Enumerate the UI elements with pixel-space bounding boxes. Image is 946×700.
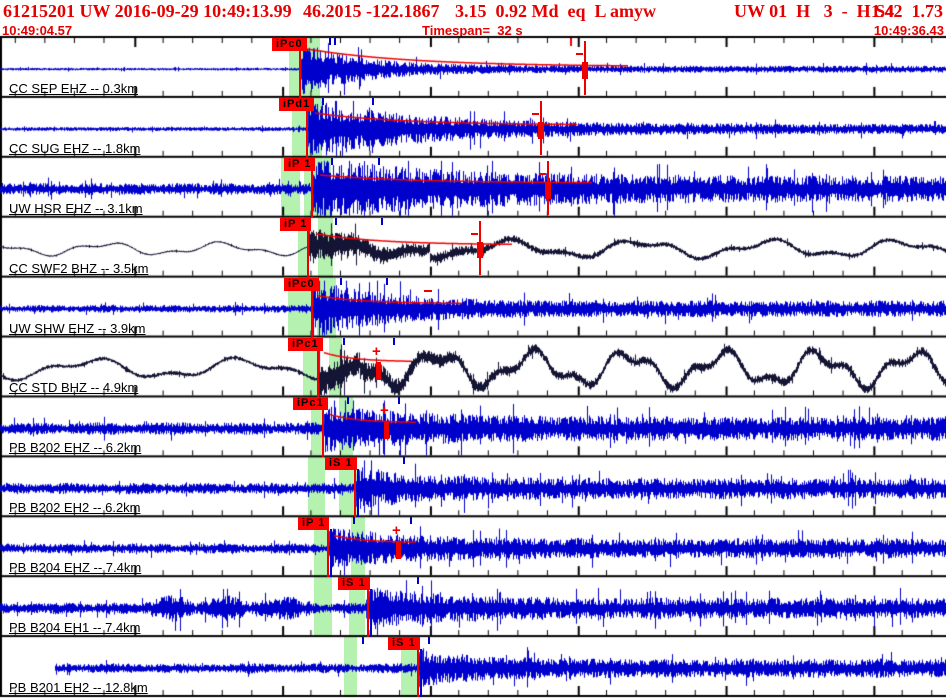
trace-panel[interactable]: PB B202 EH2 -- 6.2km iS 1 bbox=[0, 457, 946, 518]
coda-amplitude-blob bbox=[538, 121, 544, 139]
predicted-arrival-tick bbox=[410, 517, 412, 525]
trace-station-label[interactable]: UW HSR EHZ -- 3.1km bbox=[9, 202, 143, 215]
predicted-arrival-tick bbox=[428, 637, 430, 645]
predicted-arrival-tick bbox=[329, 38, 331, 45]
trace-panel[interactable]: CC SWF2 BHZ -- 3.5km iP 1 bbox=[0, 217, 946, 278]
phase-pick-flag[interactable]: iPc1 bbox=[288, 337, 323, 351]
phase-pick-line-secondary[interactable] bbox=[420, 649, 422, 697]
predicted-arrival-tick bbox=[353, 517, 355, 525]
phase-pick-flag[interactable]: iP 1 bbox=[284, 157, 316, 171]
phase-pick-line[interactable] bbox=[367, 589, 369, 638]
phase-pick-flag[interactable]: iS 1 bbox=[338, 577, 370, 591]
trace-panel[interactable]: UW HSR EHZ -- 3.1km iP 1 bbox=[0, 157, 946, 218]
coda-dash-marker bbox=[576, 53, 583, 55]
predicted-arrival-tick bbox=[340, 277, 342, 285]
amplitude-bar-marker[interactable] bbox=[376, 361, 381, 380]
trace-panel[interactable]: CC STD BHZ -- 4.9km iPc1 + bbox=[0, 337, 946, 398]
predicted-arrival-tick bbox=[334, 38, 336, 45]
amplitude-bar-marker[interactable] bbox=[384, 421, 389, 440]
trace-station-label[interactable]: CC SWF2 BHZ -- 3.5km bbox=[9, 262, 148, 275]
trace-station-label[interactable]: PB B202 EHZ -- 6.2km bbox=[9, 441, 141, 454]
phase-pick-line-secondary[interactable] bbox=[357, 469, 359, 518]
trace-station-label[interactable]: UW SHW EHZ -- 3.9km bbox=[9, 322, 146, 335]
predicted-arrival-tick bbox=[347, 397, 349, 405]
phase-pick-flag[interactable]: iS 1 bbox=[325, 457, 357, 471]
predicted-arrival-tick bbox=[331, 157, 333, 165]
coda-amplitude-blob bbox=[477, 241, 483, 259]
trace-panel[interactable]: PB B204 EHZ -- 7.4km iP 1 + bbox=[0, 517, 946, 578]
predicted-arrival-tick bbox=[386, 277, 388, 285]
phase-pick-line[interactable] bbox=[299, 50, 301, 98]
phase-pick-flag[interactable]: iPc0 bbox=[272, 38, 307, 51]
phase-pick-line-secondary[interactable] bbox=[330, 529, 332, 578]
trace-station-label[interactable]: PB B201 EH2 -- 12.8km bbox=[9, 681, 148, 694]
trace-station-label[interactable]: PB B204 EH1 -- 7.4km bbox=[9, 621, 141, 634]
phase-pick-flag[interactable]: iPc1 bbox=[293, 397, 328, 411]
coda-dash-marker bbox=[539, 172, 546, 175]
trace-panel[interactable]: CC SEP EHZ -- 0.3km iPc0 bbox=[0, 38, 946, 98]
coda-dash-marker bbox=[471, 232, 478, 235]
coda-minus-marker[interactable] bbox=[424, 289, 432, 292]
phase-pick-line[interactable] bbox=[417, 649, 419, 697]
predicted-arrival-tick bbox=[417, 577, 419, 585]
trace-station-label[interactable]: CC SEP EHZ -- 0.3km bbox=[9, 82, 138, 95]
coda-plus-marker[interactable]: + bbox=[372, 343, 381, 360]
trace-station-label[interactable]: CC SUG EHZ -- 1.8km bbox=[9, 142, 140, 155]
trace-panel[interactable]: PB B204 EH1 -- 7.4km iS 1 bbox=[0, 577, 946, 638]
phase-pick-flag[interactable]: iS 1 bbox=[388, 637, 420, 651]
phase-pick-line-secondary[interactable] bbox=[370, 589, 372, 638]
trace-station-label[interactable]: PB B204 EHZ -- 7.4km bbox=[9, 561, 141, 574]
coda-dash-marker bbox=[532, 112, 539, 115]
phase-pick-line[interactable] bbox=[322, 409, 324, 458]
phase-pick-flag[interactable]: iP 1 bbox=[280, 217, 312, 231]
predicted-arrival-tick bbox=[398, 397, 400, 405]
trace-station-label[interactable]: PB B202 EH2 -- 6.2km bbox=[9, 501, 141, 514]
trace-panel[interactable]: PB B202 EHZ -- 6.2km iPc1 + bbox=[0, 397, 946, 458]
coda-plus-marker[interactable]: + bbox=[380, 402, 389, 419]
phase-pick-flag[interactable]: iP 1 bbox=[298, 517, 330, 531]
coda-amplitude-blob bbox=[582, 61, 588, 79]
phase-pick-line[interactable] bbox=[317, 349, 319, 398]
phase-pick-line[interactable] bbox=[306, 109, 308, 158]
phase-pick-line[interactable] bbox=[311, 289, 313, 338]
trace-panel[interactable]: UW SHW EHZ -- 3.9km iPc0 bbox=[0, 277, 946, 338]
predicted-arrival-tick bbox=[403, 457, 405, 465]
phase-pick-line[interactable] bbox=[354, 469, 356, 518]
phase-pick-line[interactable] bbox=[311, 169, 313, 218]
coda-amplitude-blob bbox=[545, 181, 551, 199]
amplitude-bar-marker[interactable] bbox=[396, 541, 401, 560]
predicted-arrival-tick bbox=[381, 217, 383, 225]
predicted-arrival-tick bbox=[372, 97, 374, 105]
predicted-arrival-tick bbox=[378, 157, 380, 165]
coda-plus-marker[interactable]: + bbox=[392, 522, 401, 539]
predicted-arrival-tick bbox=[335, 217, 337, 225]
phase-pick-line[interactable] bbox=[307, 229, 309, 278]
predicted-arrival-tick bbox=[322, 97, 324, 105]
predicted-arrival-tick bbox=[343, 337, 345, 345]
phase-pick-flag[interactable]: iPd1 bbox=[279, 97, 315, 111]
phase-pick-line[interactable] bbox=[327, 529, 329, 578]
trace-station-label[interactable]: CC STD BHZ -- 4.9km bbox=[9, 381, 138, 394]
trace-panel[interactable]: CC SUG EHZ -- 1.8km iPd1 bbox=[0, 97, 946, 158]
phase-pick-flag[interactable]: iPc0 bbox=[284, 277, 319, 291]
trace-panel[interactable]: PB B201 EH2 -- 12.8km iS 1 bbox=[0, 637, 946, 697]
predicted-arrival-tick bbox=[393, 337, 395, 345]
seismogram-viewer-window: 61215201 UW 2016-09-29 10:49:13.99 46.20… bbox=[0, 0, 946, 700]
predicted-arrival-tick bbox=[362, 637, 364, 645]
